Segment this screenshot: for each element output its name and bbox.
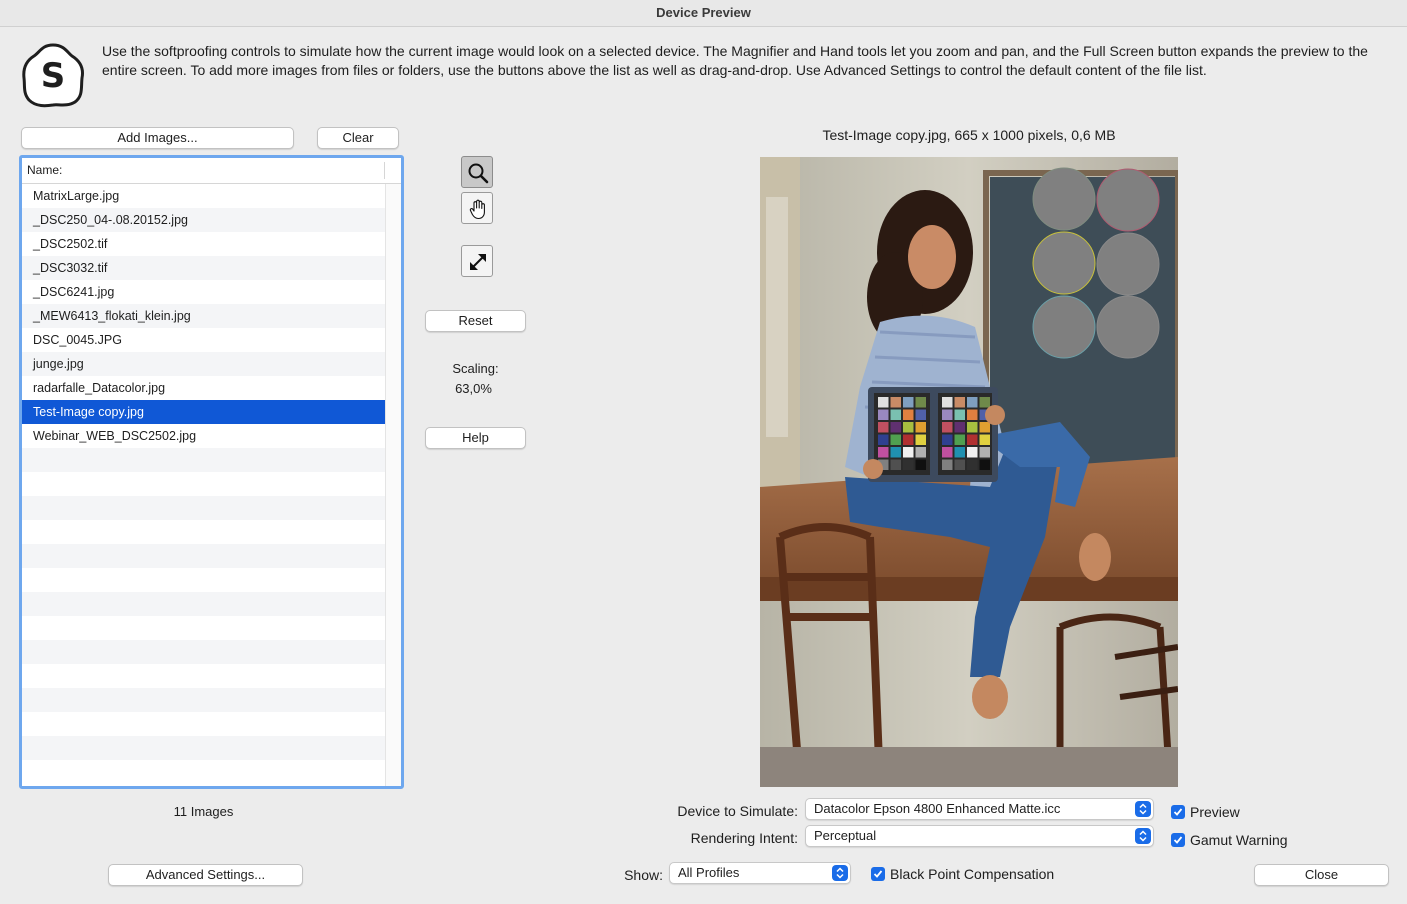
chevron-updown-icon (832, 865, 848, 881)
file-name: junge.jpg (33, 357, 84, 371)
list-item[interactable]: _MEW6413_flokati_klein.jpg (22, 304, 385, 328)
chevron-updown-icon (1135, 828, 1151, 844)
list-item[interactable]: _DSC6241.jpg (22, 280, 385, 304)
close-button[interactable]: Close (1254, 864, 1389, 886)
advanced-settings-button[interactable]: Advanced Settings... (108, 864, 303, 886)
image-count: 11 Images (173, 804, 234, 819)
scrollbar[interactable] (385, 184, 401, 786)
list-item[interactable]: junge.jpg (22, 352, 385, 376)
empty-row (22, 640, 385, 664)
device-value: Datacolor Epson 4800 Enhanced Matte.icc (814, 801, 1061, 816)
magnifier-tool-button[interactable] (461, 156, 493, 188)
list-item[interactable]: _DSC2502.tif (22, 232, 385, 256)
window-title: Device Preview (656, 5, 751, 20)
show-label: Show: (624, 867, 663, 883)
show-select[interactable]: All Profiles (669, 862, 851, 884)
app-logo: S (20, 42, 86, 108)
intent-label: Rendering Intent: (690, 830, 798, 846)
list-item[interactable]: _DSC250_04-.08.20152.jpg (22, 208, 385, 232)
preview-checkbox[interactable] (1171, 805, 1185, 819)
file-name: MatrixLarge.jpg (33, 189, 120, 203)
list-item[interactable]: MatrixLarge.jpg (22, 184, 385, 208)
empty-row (22, 544, 385, 568)
empty-row (22, 664, 385, 688)
fullscreen-icon (470, 254, 486, 270)
device-label: Device to Simulate: (677, 803, 798, 819)
chevron-updown-icon (1135, 801, 1151, 817)
device-select[interactable]: Datacolor Epson 4800 Enhanced Matte.icc (805, 798, 1154, 820)
file-name: _DSC3032.tif (33, 261, 108, 275)
clear-button[interactable]: Clear (317, 127, 399, 149)
file-name: Webinar_WEB_DSC2502.jpg (33, 429, 197, 443)
empty-row (22, 760, 385, 784)
intent-value: Perceptual (814, 828, 877, 843)
show-value: All Profiles (678, 865, 740, 880)
empty-row (22, 736, 385, 760)
preview-label: Preview (1190, 804, 1240, 820)
file-name: Test-Image copy.jpg (33, 405, 144, 419)
file-name: _DSC2502.tif (33, 237, 108, 251)
empty-row (22, 616, 385, 640)
file-rows: MatrixLarge.jpg _DSC250_04-.08.20152.jpg _… (22, 184, 385, 784)
reset-button[interactable]: Reset (425, 310, 526, 332)
gamut-warning-checkbox[interactable] (1171, 833, 1185, 847)
help-button[interactable]: Help (425, 427, 526, 449)
black-point-checkbox[interactable] (871, 867, 885, 881)
file-name: _DSC6241.jpg (33, 285, 115, 299)
file-name: radarfalle_Datacolor.jpg (33, 381, 166, 395)
file-name: _MEW6413_flokati_klein.jpg (33, 309, 191, 323)
column-divider (384, 162, 385, 179)
list-item[interactable]: Webinar_WEB_DSC2502.jpg (22, 424, 385, 448)
list-item[interactable]: radarfalle_Datacolor.jpg (22, 376, 385, 400)
empty-row (22, 520, 385, 544)
gamut-warning-label: Gamut Warning (1190, 832, 1288, 848)
empty-row (22, 448, 385, 472)
list-header[interactable]: Name: (22, 158, 401, 184)
empty-row (22, 568, 385, 592)
magnifier-icon (468, 163, 489, 184)
fullscreen-button[interactable] (461, 245, 493, 277)
black-point-label: Black Point Compensation (890, 866, 1055, 882)
image-info: Test-Image copy.jpg, 665 x 1000 pixels, … (822, 127, 1116, 143)
list-item[interactable]: _DSC3032.tif (22, 256, 385, 280)
empty-row (22, 592, 385, 616)
empty-row (22, 688, 385, 712)
name-column-header[interactable]: Name: (27, 163, 62, 177)
description-text: Use the softproofing controls to simulat… (102, 43, 1368, 78)
preview-image[interactable] (760, 157, 1178, 787)
file-name: DSC_0045.JPG (33, 333, 122, 347)
scaling-label: Scaling: (452, 361, 499, 376)
logo-letter: S (41, 56, 66, 96)
file-list[interactable]: Name: MatrixLarge.jpg _DSC250_04-.08.2015… (19, 155, 404, 789)
hand-tool-button[interactable] (461, 192, 493, 224)
empty-row (22, 496, 385, 520)
hand-icon (469, 199, 485, 220)
empty-row (22, 712, 385, 736)
empty-row (22, 472, 385, 496)
file-name: _DSC250_04-.08.20152.jpg (33, 213, 188, 227)
list-item[interactable]: DSC_0045.JPG (22, 328, 385, 352)
add-images-button[interactable]: Add Images... (21, 127, 294, 149)
intent-select[interactable]: Perceptual (805, 825, 1154, 847)
list-item[interactable]: Test-Image copy.jpg (22, 400, 385, 424)
scaling-value: 63,0% (455, 381, 492, 396)
